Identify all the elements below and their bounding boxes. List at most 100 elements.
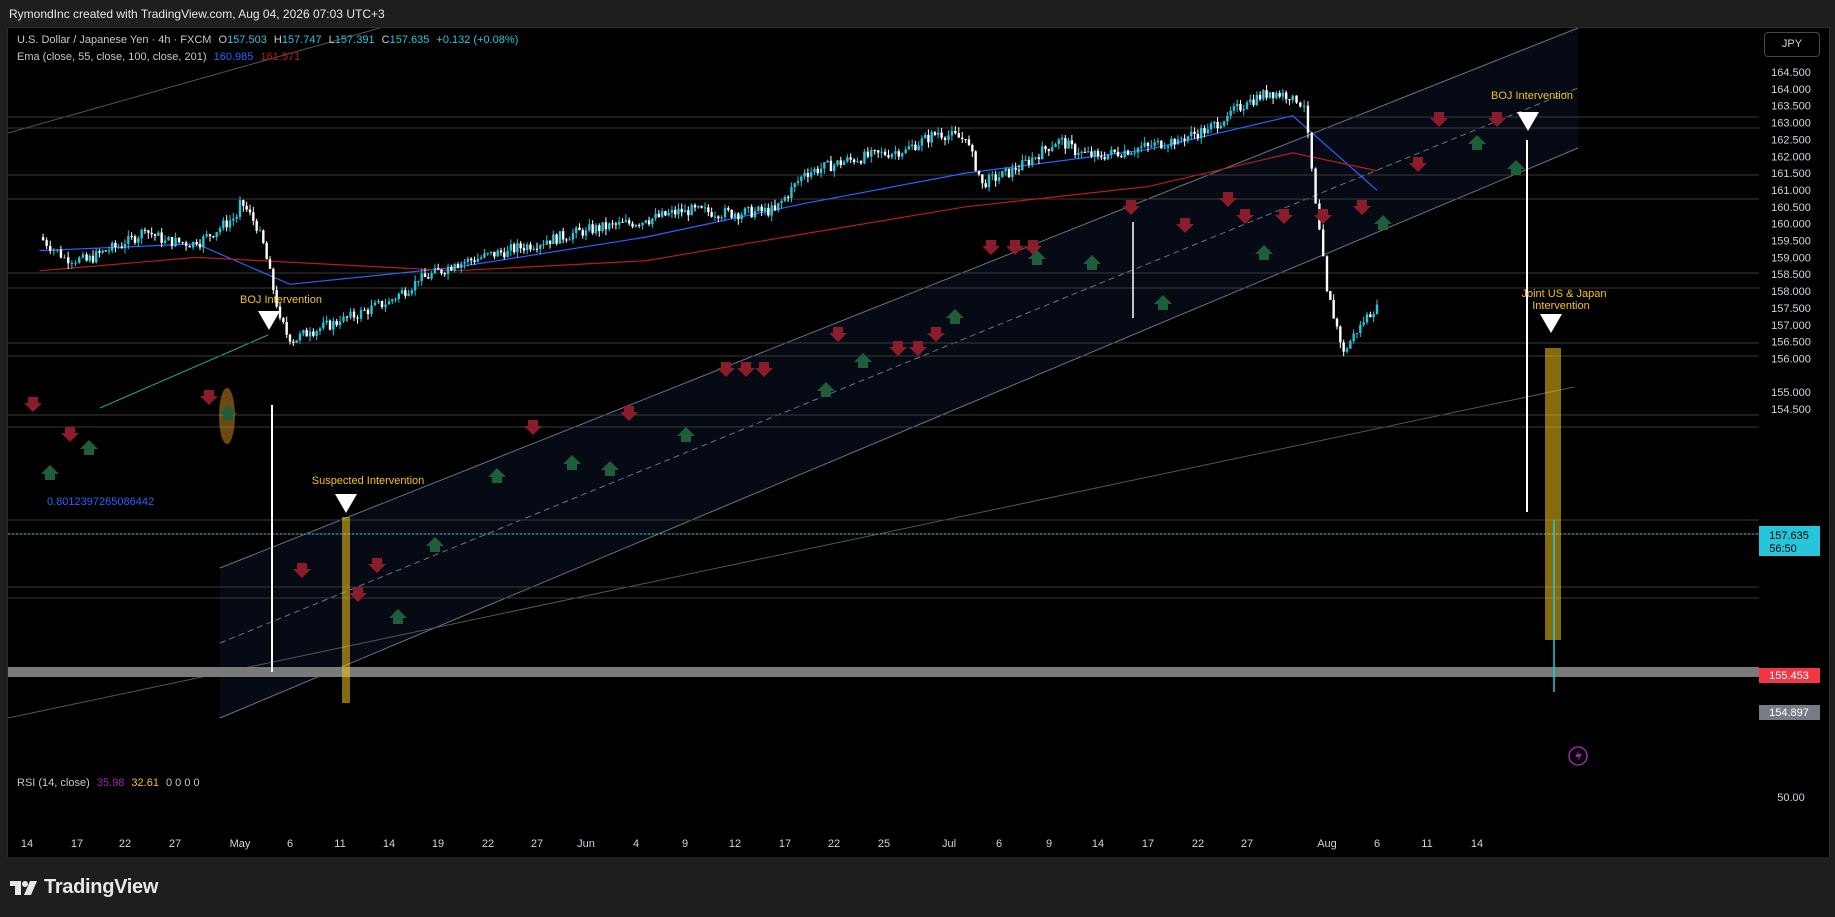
candle-body-293 [1017,169,1021,171]
candle-body-22 [117,246,120,248]
candle-body-133 [486,252,489,254]
candle-body-152 [548,240,552,244]
candle-body-146 [529,244,532,250]
candle-body-151 [545,240,548,245]
change-value: +0.132 (+0.08%) [436,34,519,46]
candle-body-171 [611,223,614,225]
candle-body-181 [644,220,647,223]
candle-body-392 [1349,341,1352,349]
candle-body-154 [555,234,558,244]
candle-body-114 [423,273,427,278]
candle-body-279 [971,144,974,152]
candle-body-94 [356,317,359,319]
tradingview-logo-text: TradingView [44,876,159,898]
candle-body-81 [312,331,315,336]
candle-body-69 [272,268,275,291]
candle-body-88 [335,320,338,326]
candle-body-218 [767,207,770,216]
y-tick-label-19: 154.500 [1771,404,1811,416]
y-tick-label-16: 156.500 [1771,337,1811,349]
candle-body-237 [829,160,833,172]
x-tick-label-22: 17 [1142,838,1154,850]
candle-body-304 [1054,144,1057,148]
candle-body-341 [1176,139,1180,145]
candle-body-40 [177,237,181,243]
candle-body-296 [1027,159,1031,165]
candle-body-207 [730,209,733,218]
rsi-legend[interactable]: RSI (14, close) 35.98 32.61 0 0 0 0 [17,777,200,789]
buy-arrow-icon-1 [80,440,98,455]
x-tick-label-23: 22 [1192,838,1204,850]
candle-body-100 [377,300,380,303]
candle-body-121 [446,266,450,274]
candle-body-193 [683,210,687,213]
annotation-joint-2: Intervention [1532,300,1589,312]
candle-body-183 [651,218,654,225]
candle-body-311 [1077,152,1080,155]
candle-body-282 [981,174,984,184]
candle-body-164 [588,224,591,231]
candle-body-11 [81,254,85,258]
candle-body-354 [1219,125,1223,129]
candle-body-129 [473,260,476,262]
candle-body-17 [101,250,104,253]
candle-body-365 [1255,94,1258,106]
candle-body-243 [849,157,852,160]
rsi-signal-label-5: Bear [973,768,997,780]
y-tick-label-10: 159.500 [1771,236,1811,248]
candle-body-215 [757,206,760,211]
candle-body-327 [1130,153,1133,155]
y-tick-label-11: 159.000 [1771,252,1811,264]
candle-body-250 [873,150,876,152]
candle-body-157 [565,239,568,241]
candle-body-239 [836,160,839,165]
candle-body-44 [191,242,195,248]
y-tick-label-6: 161.500 [1771,168,1811,180]
candle-body-381 [1310,132,1313,169]
candle-body-346 [1193,131,1196,135]
candle-body-225 [790,187,793,198]
candle-body-130 [476,258,480,262]
candle-body-389 [1339,326,1342,343]
candle-body-342 [1180,138,1183,140]
x-tick-label-27: 11 [1421,838,1432,850]
candle-body-274 [954,130,957,134]
candle-body-177 [631,223,634,227]
candle-body-269 [936,132,940,135]
candle-body-314 [1087,151,1090,153]
candle-body-98 [370,305,373,315]
candle-body-261 [910,144,914,147]
candle-body-242 [846,157,849,162]
y-tick-label-14: 157.500 [1771,303,1811,315]
candle-body-79 [305,330,308,337]
tradingview-logo[interactable]: TradingView [10,876,158,899]
candle-body-231 [809,172,813,177]
y-tick-label-8: 160.500 [1771,202,1811,214]
price-chart[interactable]: BOJ Intervention Suspected Intervention BO… [0,0,1835,917]
sell-arrow-icon-15 [982,240,1000,255]
support-price-label: 155.453 [1769,670,1809,682]
ema-legend[interactable]: Ema (close, 55, close, 100, close, 201) … [17,51,300,63]
currency-button[interactable]: JPY [1764,32,1820,57]
rsi-axis-label: 50.00 [1777,792,1805,804]
candle-body-187 [664,211,667,216]
ohlc-legend: U.S. Dollar / Japanese Yen · 4h · FXCM O… [17,34,518,46]
candle-body-382 [1314,168,1317,204]
candle-body-52 [218,228,222,233]
candle-body-128 [470,258,473,261]
candle-body-222 [780,200,783,204]
candle-body-124 [456,264,460,268]
x-tick-label-1: 17 [71,838,83,850]
candle-body-137 [499,250,503,253]
candle-body-29 [140,229,143,239]
candle-body-184 [654,213,657,219]
candle-body-20 [111,242,114,251]
candle-body-391 [1345,348,1349,352]
candle-body-313 [1083,151,1087,153]
candle-body-63 [252,212,255,221]
candle-body-3 [52,249,55,251]
candle-body-118 [436,267,440,270]
candle-body-347 [1196,134,1200,139]
candle-body-217 [763,207,767,212]
candle-body-16 [98,251,101,253]
